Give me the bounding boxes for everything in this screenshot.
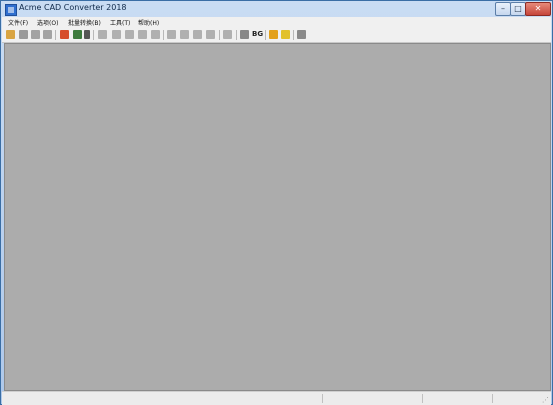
- menu-file[interactable]: 文件(F): [8, 18, 28, 27]
- toolbar-separator: [163, 30, 164, 40]
- zoom-previous-icon[interactable]: [180, 30, 189, 39]
- background-text-icon[interactable]: BG: [252, 30, 263, 39]
- status-separator: [422, 394, 423, 403]
- menu-batch-convert[interactable]: 批量转换(B): [68, 18, 101, 27]
- maximize-button[interactable]: □: [510, 2, 526, 16]
- layers-icon[interactable]: [73, 30, 82, 39]
- menu-tools[interactable]: 工具(T): [110, 18, 130, 27]
- toolbar-separator: [236, 30, 237, 40]
- status-separator: [322, 394, 323, 403]
- zoom-extents-icon[interactable]: [167, 30, 176, 39]
- zoom-realtime-icon[interactable]: [151, 30, 160, 39]
- drawing-canvas[interactable]: [4, 43, 551, 391]
- toolbar-separator: [219, 30, 220, 40]
- convert-icon[interactable]: [60, 30, 69, 39]
- dropdown-arrow-icon[interactable]: [84, 30, 90, 39]
- warning-icon[interactable]: [269, 30, 278, 39]
- zoom-out-icon[interactable]: [138, 30, 147, 39]
- app-icon: [5, 4, 17, 16]
- menu-options[interactable]: 选项(O): [37, 18, 58, 27]
- print-icon[interactable]: [31, 30, 40, 39]
- view-icon[interactable]: [193, 30, 202, 39]
- frame-icon[interactable]: [281, 30, 290, 39]
- measure-icon[interactable]: [206, 30, 215, 39]
- pan-icon[interactable]: [98, 30, 107, 39]
- window-title: Acme CAD Converter 2018: [19, 3, 127, 12]
- save-icon[interactable]: [19, 30, 28, 39]
- toolbar: BG: [2, 28, 551, 43]
- zoom-window-icon[interactable]: [112, 30, 121, 39]
- zoom-in-icon[interactable]: [125, 30, 134, 39]
- info-icon[interactable]: [297, 30, 306, 39]
- status-bar: ⋰: [2, 391, 551, 405]
- title-bar[interactable]: Acme CAD Converter 2018 – □ ✕: [1, 1, 552, 17]
- toolbar-separator: [265, 30, 266, 40]
- status-separator: [492, 394, 493, 403]
- close-button[interactable]: ✕: [525, 2, 551, 16]
- print-preview-icon[interactable]: [43, 30, 52, 39]
- bg-color-icon[interactable]: [240, 30, 249, 39]
- layout-icon[interactable]: [223, 30, 232, 39]
- toolbar-separator: [293, 30, 294, 40]
- menu-help[interactable]: 帮助(H): [138, 18, 159, 27]
- app-window: Acme CAD Converter 2018 – □ ✕ 文件(F) 选项(O…: [0, 0, 553, 405]
- toolbar-separator: [93, 30, 94, 40]
- minimize-button[interactable]: –: [495, 2, 511, 16]
- menu-bar: 文件(F) 选项(O) 批量转换(B) 工具(T) 帮助(H): [2, 17, 551, 28]
- toolbar-separator: [55, 30, 56, 40]
- resize-grip-icon[interactable]: ⋰: [542, 396, 549, 404]
- open-folder-icon[interactable]: [6, 30, 15, 39]
